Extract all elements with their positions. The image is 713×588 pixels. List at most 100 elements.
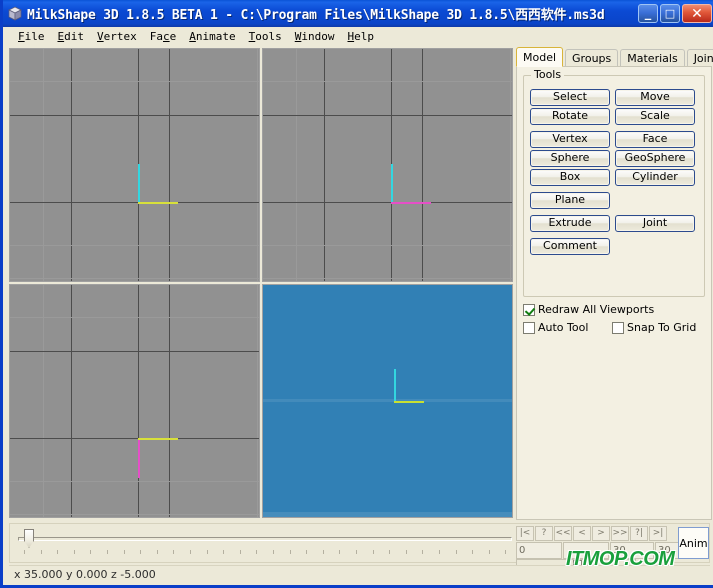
tool-button-geosphere[interactable]: GeoSphere (615, 150, 695, 167)
tool-button-extrude[interactable]: Extrude (530, 215, 610, 232)
timeline-trackbar[interactable] (18, 529, 512, 557)
viewport-top[interactable] (9, 284, 260, 518)
viewport-3d[interactable] (262, 284, 513, 518)
timeline-tick (223, 550, 225, 554)
fps-field[interactable]: 30 (610, 542, 654, 559)
tool-button-rotate[interactable]: Rotate (530, 108, 610, 125)
tool-button-box[interactable]: Box (530, 169, 610, 186)
grid-line-vertical (422, 49, 423, 281)
menu-item-face[interactable]: Face (144, 29, 184, 44)
tool-button-cylinder[interactable]: Cylinder (615, 169, 695, 186)
checkbox-label: Auto Tool (538, 321, 589, 334)
tool-button-plane[interactable]: Plane (530, 192, 610, 209)
menu-item-animate[interactable]: Animate (183, 29, 242, 44)
timeline-tick (339, 550, 341, 554)
menu-item-vertex[interactable]: Vertex (91, 29, 144, 44)
playback-button-6[interactable]: ?| (630, 526, 648, 541)
tab-label: Materials (627, 52, 678, 65)
playback-button-2[interactable]: << (554, 526, 572, 541)
current-frame-field[interactable]: 0 (516, 542, 562, 559)
anim-toggle-button[interactable]: Anim (678, 527, 709, 559)
axis-horizontal (391, 202, 431, 204)
tool-button-sphere[interactable]: Sphere (530, 150, 610, 167)
tab-groups[interactable]: Groups (565, 49, 619, 67)
tab-materials[interactable]: Materials (620, 49, 685, 67)
checkbox-label: Redraw All Viewports (538, 303, 655, 316)
total-frames-field[interactable] (563, 542, 609, 559)
tool-button-move[interactable]: Move (615, 89, 695, 106)
playback-button-5[interactable]: >> (611, 526, 629, 541)
menu-item-tools[interactable]: Tools (243, 29, 289, 44)
tool-button-vertex[interactable]: Vertex (530, 131, 610, 148)
milkshape-window: MilkShape 3D 1.8.5 BETA 1 - C:\Program F… (0, 0, 713, 588)
playback-button-3[interactable]: < (573, 526, 591, 541)
horizon-line (263, 399, 512, 402)
timeline-tick (107, 550, 108, 554)
close-icon: ✕ (691, 5, 703, 22)
timeline-tick (173, 550, 175, 554)
timeline-tick (24, 550, 25, 554)
viewport-front[interactable] (9, 48, 260, 282)
tool-row: Comment (530, 238, 698, 255)
checkbox-auto-tool[interactable]: Auto Tool (523, 321, 588, 334)
tool-button-joint[interactable]: Joint (615, 215, 695, 232)
menu-item-help[interactable]: Help (342, 29, 382, 44)
tool-row: Box Cylinder (530, 169, 698, 186)
tool-button-scale[interactable]: Scale (615, 108, 695, 125)
tab-strip: Model Groups Materials Joints (516, 47, 713, 67)
grid-line-horizontal (10, 438, 259, 439)
playback-button-7[interactable]: >| (649, 526, 667, 541)
tool-button-face[interactable]: Face (615, 131, 695, 148)
grid-line-horizontal (10, 81, 259, 82)
menu-item-edit[interactable]: Edit (52, 29, 92, 44)
grid-line-vertical (138, 285, 139, 517)
timeline-tick (439, 550, 440, 554)
timeline-track[interactable] (18, 537, 512, 541)
timeline-tick (405, 550, 407, 554)
tab-joints[interactable]: Joints (686, 49, 713, 67)
timeline-tick (455, 550, 457, 554)
tool-row: Vertex Face (530, 131, 698, 148)
viewport-area (9, 48, 514, 520)
tool-button-grid: Select Move Rotate Scale Vertex Face Sphere Geo… (530, 89, 698, 257)
minimize-button[interactable]: _ (638, 4, 658, 23)
grid-line-vertical (169, 285, 170, 517)
grid-line-horizontal (10, 278, 259, 279)
timeline-tick (90, 550, 92, 554)
checkbox-icon-unchecked[interactable] (523, 321, 535, 334)
timeline-tick (273, 550, 274, 554)
tool-button-select[interactable]: Select (530, 89, 610, 106)
checkbox-icon-checked[interactable] (523, 303, 535, 316)
timeline-tick (372, 550, 374, 554)
timeline-tick (306, 550, 308, 554)
timeline-tick (289, 550, 291, 554)
timeline-tick (505, 550, 507, 554)
checkbox-icon-unchecked[interactable] (612, 321, 624, 334)
tool-button-comment[interactable]: Comment (530, 238, 610, 255)
grid-line-horizontal (263, 81, 512, 82)
menu-item-window[interactable]: Window (289, 29, 342, 44)
playback-button-1[interactable]: ? (535, 526, 553, 541)
tab-body-model: Tools Select Move Rotate Scale Vertex Face Sph… (516, 66, 712, 520)
timeline-thumb[interactable] (24, 529, 34, 548)
grid-line-horizontal (263, 278, 512, 279)
checkbox-redraw-all-viewports[interactable]: Redraw All Viewports (523, 303, 654, 316)
maximize-button[interactable]: □ (660, 4, 680, 23)
playback-button-4[interactable]: > (592, 526, 610, 541)
tab-label: Groups (572, 52, 612, 65)
tab-label: Joints (693, 52, 713, 65)
viewport-left[interactable] (262, 48, 513, 282)
timeline-tick (190, 550, 191, 554)
status-coordinates: x 35.000 y 0.000 z -5.000 (14, 568, 156, 581)
playback-button-0[interactable]: |< (516, 526, 534, 541)
close-button[interactable]: ✕ (682, 4, 712, 23)
checkbox-snap-to-grid[interactable]: Snap To Grid (612, 321, 696, 334)
grid-line-horizontal (10, 351, 259, 352)
tool-row: Extrude Joint (530, 215, 698, 232)
tab-model[interactable]: Model (516, 47, 564, 67)
timeline-tick (239, 550, 241, 554)
menu-item-file[interactable]: File (12, 29, 52, 44)
milkshape-cube-icon (7, 6, 23, 22)
caption-buttons: _ □ ✕ (638, 4, 713, 23)
grid-line-horizontal (10, 202, 259, 203)
